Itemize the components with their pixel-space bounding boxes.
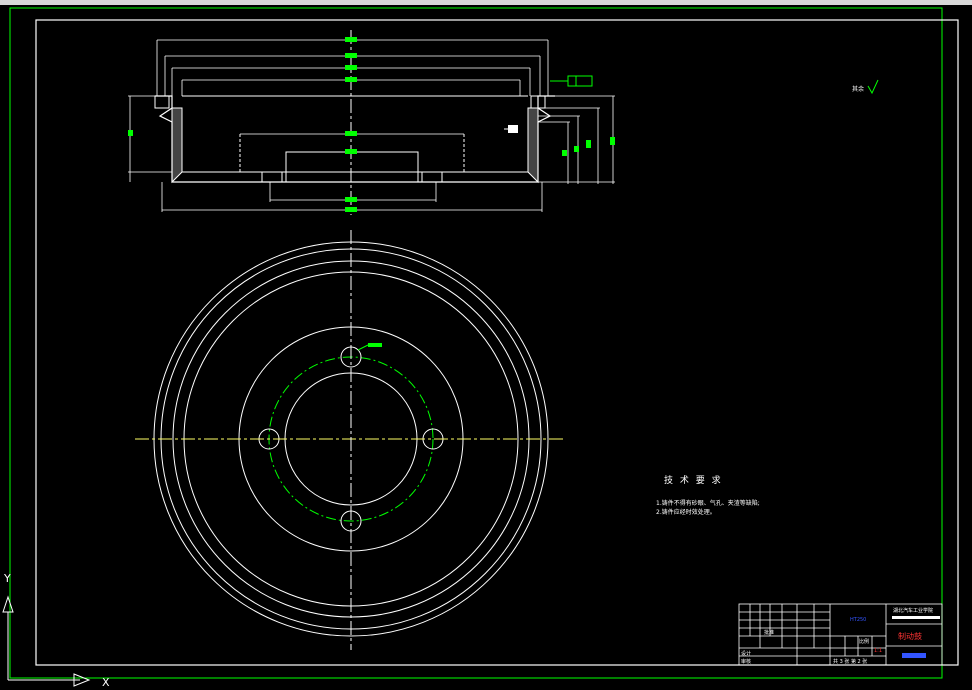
technical-requirements: 技 术 要 求 1.铸件不得有砂眼、气孔、夹渣等缺陷; 2.铸件应经时效处理。 [656,474,760,516]
tech-req-item-2: 2.铸件应经时效处理。 [656,508,716,516]
title-school: 湖北汽车工业学院 [893,607,933,614]
section-wall-left [171,107,183,184]
title-part-name: 制动鼓 [898,631,922,641]
section-dimensions [128,39,615,212]
cad-drawing-canvas[interactable]: 其余 技 术 要 求 1.铸件不得有砂眼、气孔、夹渣等缺陷; 2.铸件应经时效处… [0,0,972,690]
section-wall-right [527,107,539,184]
ucs-x-label: X [102,676,110,689]
ucs-y-label: Y [3,572,11,585]
title-material: HT250 [850,617,866,623]
ucs-icon [2,595,91,687]
title-role-approve: 批准 [764,629,774,636]
surface-finish-flag [504,125,518,133]
title-role-design: 设计 [741,650,751,657]
drum-outer-profile [155,95,555,183]
roughness-note: 其余 [852,79,879,95]
hub-bore [285,151,419,183]
title-ratio-label: 比例 [859,638,869,645]
title-sheet-info: 共 3 张 第 2 张 [833,658,867,665]
tech-req-item-1: 1.铸件不得有砂眼、气孔、夹渣等缺陷; [656,499,760,507]
sheet-outer-border [9,7,943,679]
title-school-underline [892,616,940,619]
roughness-note-label: 其余 [852,85,864,93]
title-scale: 1:1 [874,648,882,654]
title-drawing-number-box [902,653,926,658]
tech-req-heading: 技 术 要 求 [664,474,723,486]
title-role-check: 审核 [741,658,751,665]
lip-left [154,95,170,109]
hole-callout [357,343,382,351]
geometric-tolerance-frame [550,75,593,87]
